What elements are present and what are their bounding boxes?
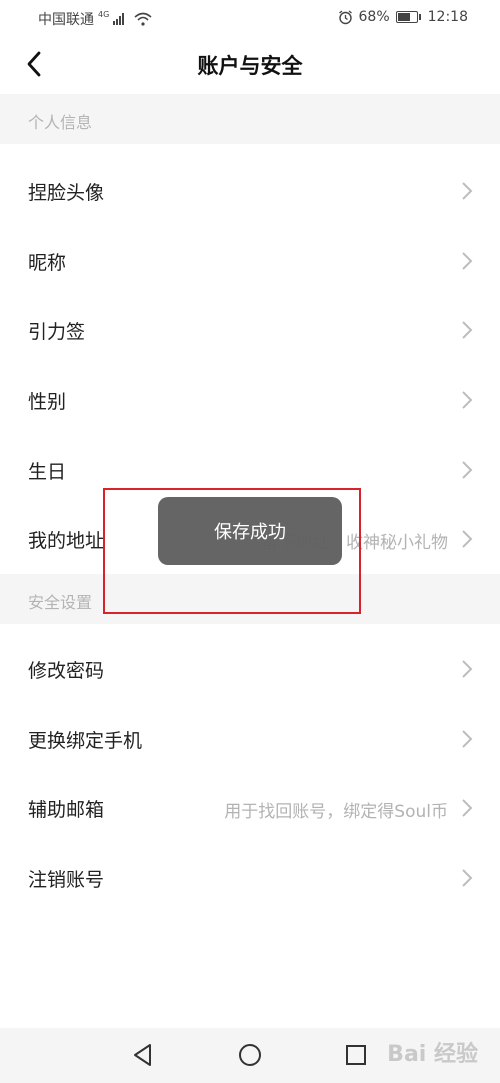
- chevron-right-icon: [462, 461, 473, 479]
- network-type: 4G: [98, 9, 110, 19]
- section-header-personal: 个人信息: [0, 94, 500, 144]
- row-gender[interactable]: 性别: [0, 365, 500, 435]
- wifi-icon: [134, 12, 152, 26]
- chevron-right-icon: [462, 530, 473, 548]
- signal-icon: [113, 13, 125, 25]
- section-title: 个人信息: [28, 113, 93, 132]
- chevron-right-icon: [462, 869, 473, 887]
- row-change-password[interactable]: 修改密码: [0, 634, 500, 704]
- status-left: 中国联通 4G: [38, 9, 152, 29]
- page-title: 账户与安全: [197, 54, 303, 78]
- battery-percent: 68%: [358, 9, 390, 25]
- row-label: 辅助邮箱: [28, 799, 105, 821]
- row-change-phone[interactable]: 更换绑定手机: [0, 704, 500, 774]
- status-right: 68% 12:18: [338, 9, 468, 25]
- status-bar: 中国联通 4G 68% 12:18: [0, 0, 500, 34]
- row-label: 更换绑定手机: [28, 730, 143, 752]
- square-recents-icon[interactable]: [343, 1042, 369, 1068]
- chevron-right-icon: [462, 182, 473, 200]
- battery-level: [397, 13, 410, 21]
- annotation-highlight-box: [103, 488, 361, 614]
- chevron-right-icon: [462, 252, 473, 270]
- clock: 12:18: [427, 9, 468, 25]
- alarm-icon: [338, 9, 352, 24]
- row-label: 引力签: [28, 321, 86, 343]
- triangle-back-icon[interactable]: [130, 1042, 156, 1068]
- row-label: 我的地址: [28, 530, 105, 552]
- row-label: 昵称: [28, 252, 67, 274]
- chevron-right-icon: [462, 660, 473, 678]
- row-label: 性别: [28, 391, 67, 413]
- row-avatar[interactable]: 捏脸头像: [0, 156, 500, 226]
- circle-home-icon[interactable]: [237, 1042, 263, 1068]
- row-value: 用于找回账号，绑定得Soul币: [224, 802, 448, 822]
- page-header: 账户与安全: [0, 34, 500, 94]
- row-nickname[interactable]: 昵称: [0, 226, 500, 296]
- chevron-right-icon: [462, 391, 473, 409]
- row-delete-account[interactable]: 注销账号: [0, 843, 500, 913]
- chevron-right-icon: [462, 321, 473, 339]
- row-backup-email[interactable]: 辅助邮箱 用于找回账号，绑定得Soul币: [0, 773, 500, 843]
- system-nav-bar: Bai 经验: [0, 1028, 500, 1083]
- section-title: 安全设置: [28, 593, 93, 612]
- battery-icon: [395, 11, 421, 23]
- chevron-right-icon: [462, 799, 473, 817]
- chevron-right-icon: [462, 730, 473, 748]
- row-label: 生日: [28, 461, 67, 483]
- watermark: Bai 经验: [387, 1042, 478, 1067]
- row-label: 捏脸头像: [28, 182, 105, 204]
- row-label: 注销账号: [28, 869, 105, 891]
- carrier-label: 中国联通: [38, 12, 94, 28]
- row-label: 修改密码: [28, 660, 105, 682]
- row-signature[interactable]: 引力签: [0, 295, 500, 365]
